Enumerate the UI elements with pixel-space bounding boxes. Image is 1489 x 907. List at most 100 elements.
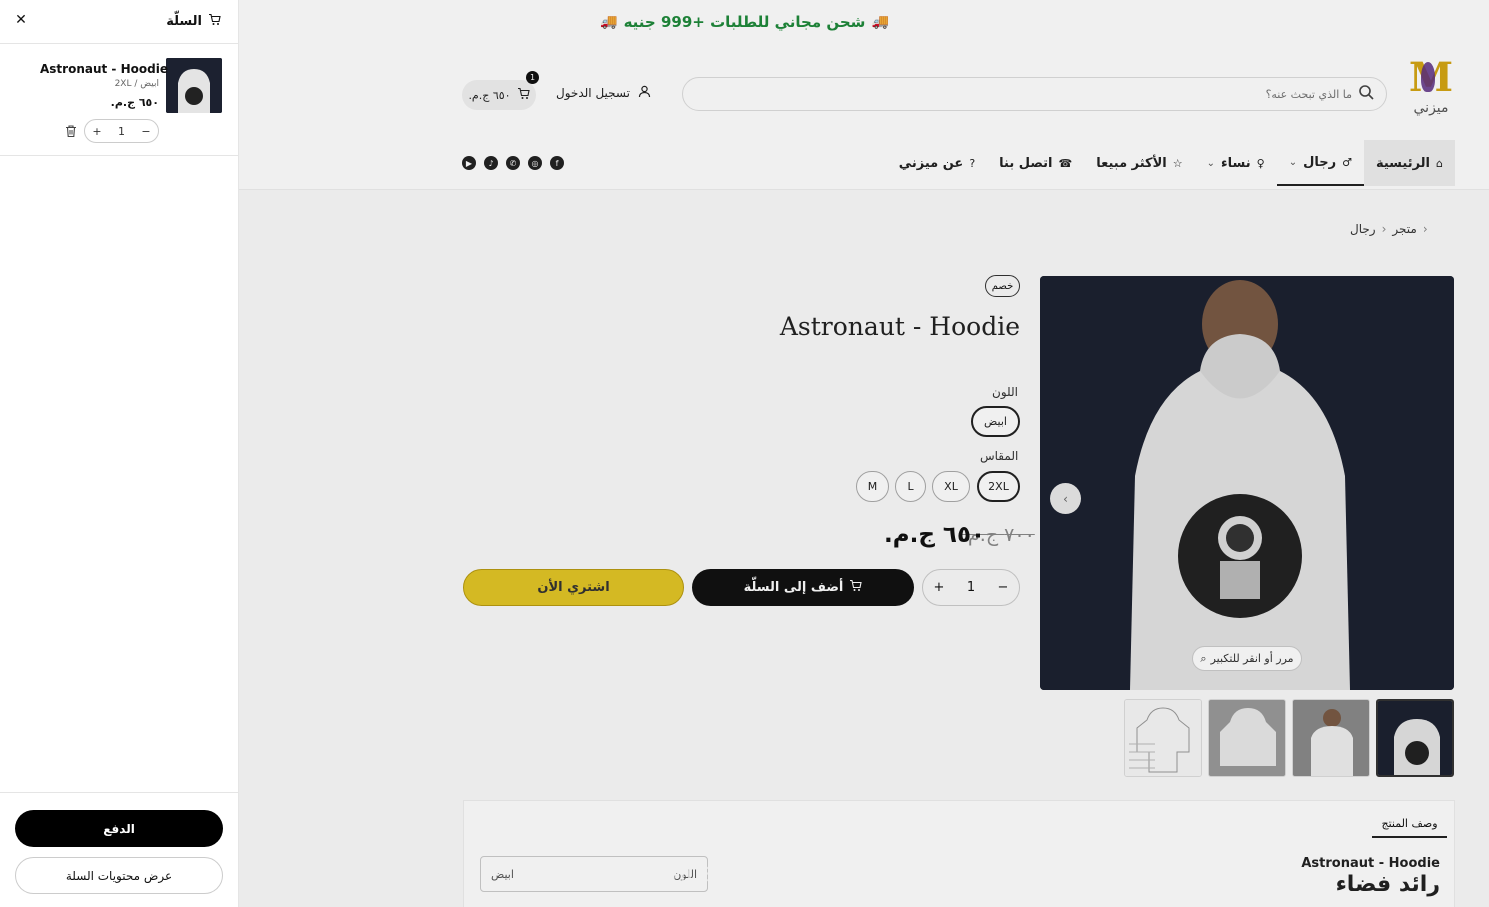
description-title: Astronaut - Hoodie <box>1301 856 1440 871</box>
chevron-left-icon[interactable]: ‹ <box>1423 222 1428 236</box>
cart-icon <box>208 13 221 30</box>
discount-badge: خصم <box>985 275 1020 297</box>
truck-icon: 🚚 <box>600 14 618 30</box>
star-icon: ☆ <box>1172 156 1183 170</box>
cart-item-quantity[interactable]: 1 <box>110 125 134 138</box>
nav-bestsellers[interactable]: ☆ الأكثر مبيعا <box>1084 140 1194 186</box>
nav-about-label: عن ميزني <box>898 155 964 171</box>
cart-drawer-header: السلّة ✕ <box>0 0 239 44</box>
checkout-button[interactable]: الدفع <box>15 810 223 847</box>
size-option-l[interactable]: L <box>895 471 926 502</box>
login-label: تسجيل الدخول <box>556 86 630 100</box>
breadcrumb-category[interactable]: رجال <box>1350 222 1376 236</box>
cart-item-thumbnail[interactable] <box>166 58 222 113</box>
thumbnail-model-front[interactable] <box>1292 699 1370 777</box>
cart-drawer-title-text: السلّة <box>166 14 202 29</box>
cart-total: ٦٥٠ ج.م. <box>468 88 511 102</box>
cart-drawer-footer: الدفع عرض محتويات السلة <box>0 792 239 907</box>
cart-drawer-title: السلّة <box>166 13 221 30</box>
zoom-hint-label: مرر أو انقر للتكبير <box>1210 652 1294 665</box>
search-bar[interactable] <box>682 77 1387 111</box>
nav-men[interactable]: ♂ رجال ⌄ <box>1276 140 1364 186</box>
size-option-2xl[interactable]: 2XL <box>977 471 1020 502</box>
logo-name: ميزني <box>1413 100 1449 116</box>
nav-men-label: رجال <box>1303 154 1337 170</box>
color-select[interactable]: اللون ابيض <box>480 856 708 892</box>
whatsapp-icon[interactable]: ✆ <box>506 156 520 170</box>
size-option-xl[interactable]: XL <box>932 471 970 502</box>
nav-women[interactable]: ♀ نساء ⌄ <box>1195 140 1277 186</box>
cart-count-badge: 1 <box>526 71 539 84</box>
youtube-icon[interactable]: ▶ <box>462 156 476 170</box>
tab-description[interactable]: وصف المنتج <box>1372 810 1447 838</box>
description-subtitle: رائد فضاء <box>1335 872 1440 897</box>
truck-icon: 🚚 <box>871 14 889 30</box>
thumbnail-size-chart[interactable] <box>1124 699 1202 777</box>
nav-contact[interactable]: ☎ اتصل بنا <box>987 140 1084 186</box>
help-circle-icon: ? <box>969 156 976 170</box>
thumbnail-strip <box>1124 699 1454 777</box>
close-icon[interactable]: ✕ <box>12 11 30 29</box>
color-label: اللون <box>992 385 1018 399</box>
cart-icon <box>849 579 863 596</box>
search-icon[interactable] <box>1358 84 1374 104</box>
social-links: ▶ ♪ ✆ ◎ f <box>462 156 564 170</box>
thumbnail-model-back[interactable] <box>1376 699 1454 777</box>
nav-home-label: الرئيسية <box>1375 155 1431 171</box>
decrease-button[interactable]: − <box>134 125 158 138</box>
female-icon: ♀ <box>1256 156 1265 170</box>
zoom-hint[interactable]: مرر أو انقر للتكبير ⌕ <box>1192 646 1302 671</box>
cart-item-quantity-stepper: + 1 − <box>84 119 159 143</box>
view-cart-button[interactable]: عرض محتويات السلة <box>15 857 223 894</box>
instagram-icon[interactable]: ◎ <box>528 156 542 170</box>
nav-women-label: نساء <box>1221 155 1251 171</box>
chevron-left-icon: ‹ <box>1381 222 1387 236</box>
search-input[interactable] <box>695 87 1352 101</box>
cart-item-variant: ابيض / 2XL <box>114 79 159 89</box>
breadcrumb: ‹ متجر ‹ رجال <box>1350 222 1428 236</box>
add-to-cart-label: أضف إلى السلّة <box>743 580 844 595</box>
nav-about[interactable]: ? عن ميزني <box>887 140 987 186</box>
chevron-down-icon: ⌄ <box>1288 156 1298 168</box>
buy-now-button[interactable]: اشتري الأن <box>463 569 684 606</box>
cart-line-item: Astronaut - Hoodie ابيض / 2XL ٦٥٠ ج.م. +… <box>0 44 239 156</box>
nav-contact-label: اتصل بنا <box>999 155 1053 171</box>
add-to-cart-button[interactable]: أضف إلى السلّة <box>692 569 914 606</box>
male-icon: ♂ <box>1342 155 1352 169</box>
cart-drawer: السلّة ✕ Astronaut - Hoodie ابيض / 2XL ٦… <box>0 0 239 907</box>
decrease-button[interactable]: − <box>987 580 1019 595</box>
chevron-down-icon: ⌄ <box>1206 157 1215 169</box>
increase-button[interactable]: + <box>85 125 109 138</box>
sale-price: ٦٥٠ ج.م. <box>884 522 986 548</box>
quantity-value[interactable]: 1 <box>955 580 987 595</box>
nav-home[interactable]: ⌂ الرئيسية <box>1363 140 1455 186</box>
color-option-white[interactable]: ابيض <box>971 406 1020 437</box>
previous-image-button[interactable]: › <box>1050 483 1081 514</box>
size-label: المقاس <box>980 449 1019 463</box>
header-cart-button[interactable]: ٦٥٠ ج.م. <box>462 80 536 110</box>
tiktok-icon[interactable]: ♪ <box>484 156 498 170</box>
increase-button[interactable]: + <box>923 580 955 595</box>
login-link[interactable]: تسجيل الدخول <box>556 85 651 101</box>
page: 🚚 شحن مجاني للطلبات +999 جنيه 🚚 M ميزني … <box>0 0 1489 907</box>
breadcrumb-store[interactable]: متجر <box>1392 222 1416 236</box>
search-icon: ⌕ <box>1200 651 1207 665</box>
brand-logo[interactable]: M ميزني <box>1406 58 1456 122</box>
thumbnail-hoodie-flat[interactable] <box>1208 699 1286 777</box>
product-title: Astronaut - Hoodie <box>779 312 1020 341</box>
phone-icon: ☎ <box>1058 156 1073 170</box>
user-icon <box>638 85 651 101</box>
trash-icon[interactable] <box>64 123 78 138</box>
nav-bestsellers-label: الأكثر مبيعا <box>1096 155 1167 171</box>
size-option-m[interactable]: M <box>856 471 889 502</box>
cart-item-price: ٦٥٠ ج.م. <box>110 96 159 109</box>
color-select-label: اللون <box>673 867 697 881</box>
facebook-icon[interactable]: f <box>550 156 564 170</box>
cart-icon <box>517 87 530 103</box>
main-nav: ⌂ الرئيسية ♂ رجال ⌄ ♀ نساء ⌄ ☆ الأكثر مب… <box>899 140 1455 186</box>
quantity-stepper: + 1 − <box>922 569 1020 606</box>
product-main-image[interactable] <box>1040 276 1454 690</box>
home-icon: ⌂ <box>1436 156 1443 170</box>
promo-text: شحن مجاني للطلبات +999 جنيه <box>623 13 866 31</box>
cart-item-name[interactable]: Astronaut - Hoodie <box>40 62 168 76</box>
